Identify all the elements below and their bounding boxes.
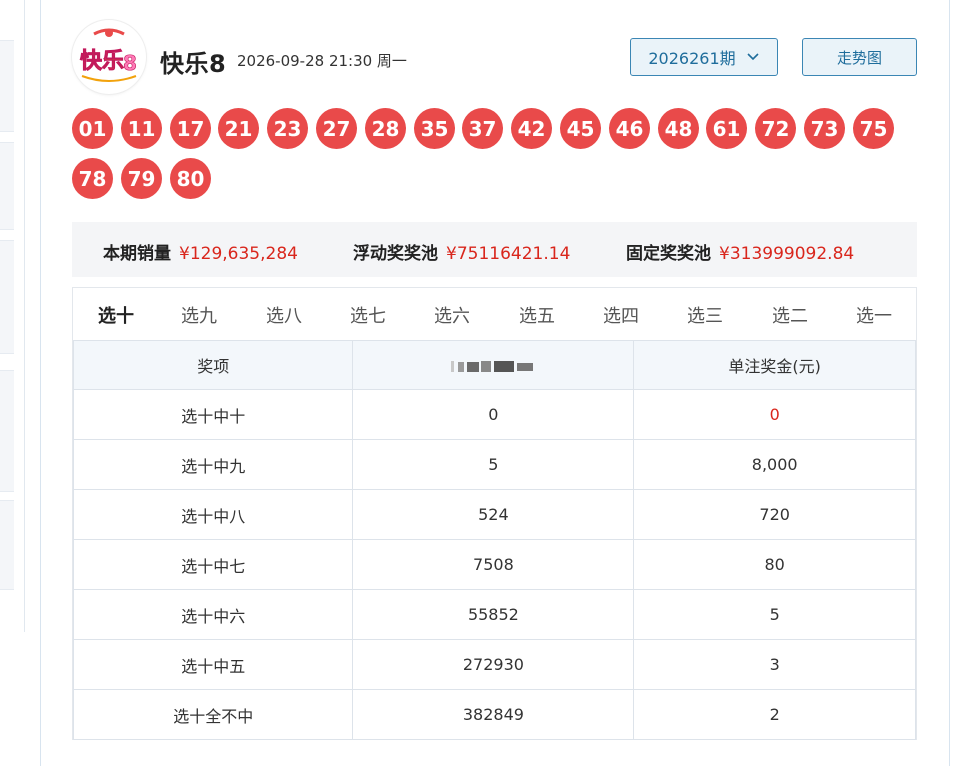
- sales-group: 本期销量 ¥129,635,284: [103, 239, 298, 264]
- number-ball: 79: [121, 158, 162, 199]
- fixed-pool-group: 固定奖奖池 ¥313999092.84: [626, 239, 854, 264]
- number-ball: 45: [560, 108, 601, 149]
- tab-play-type[interactable]: 选五: [519, 302, 555, 328]
- fixed-pool-label: 固定奖奖池: [626, 244, 711, 264]
- sidebar-block: [0, 370, 14, 492]
- number-ball: 42: [511, 108, 552, 149]
- tab-play-type[interactable]: 选八: [266, 302, 302, 328]
- svg-text:快乐: 快乐: [80, 49, 124, 74]
- floating-pool-group: 浮动奖奖池 ¥75116421.14: [353, 239, 570, 264]
- sidebar-block: [0, 500, 14, 590]
- tab-play-type[interactable]: 选二: [772, 302, 808, 328]
- play-type-panel: 选十 选九 选八 选七 选六 选五 选四 选三 选二 选一 奖项 单注奖金(元)…: [72, 287, 917, 740]
- winner-count-cell: 272930: [352, 639, 635, 690]
- sidebar-block: [0, 40, 14, 132]
- winner-count-cell: 5: [352, 439, 635, 490]
- lottery-header: 快乐 8 快乐8 2026-09-28 21:30 周一 2026261期 走势…: [72, 20, 917, 96]
- content-border-left: [40, 0, 41, 766]
- prize-item-cell: 选十中九: [72, 439, 354, 490]
- svg-text:8: 8: [123, 51, 137, 75]
- prize-item-cell: 选十中十: [72, 389, 354, 440]
- lottery-title: 快乐8: [160, 50, 227, 78]
- tab-play-type[interactable]: 选四: [603, 302, 639, 328]
- winner-count-cell: 524: [352, 489, 635, 540]
- tab-play-type[interactable]: 选三: [687, 302, 723, 328]
- number-ball: 72: [755, 108, 796, 149]
- kuaile8-logo: 快乐 8: [72, 20, 146, 94]
- table-row: 选十全不中 382849 2: [72, 689, 916, 740]
- number-ball: 48: [658, 108, 699, 149]
- table-row: 选十中七 7508 80: [72, 539, 916, 590]
- tab-play-type[interactable]: 选十: [98, 302, 134, 328]
- prize-item-cell: 选十中五: [72, 639, 354, 690]
- table-row: 选十中六 55852 5: [72, 589, 916, 640]
- number-ball: 21: [218, 108, 259, 149]
- issue-select-value: 2026261期: [648, 49, 736, 68]
- prize-item-cell: 选十中六: [72, 589, 354, 640]
- kuaile8-logo-graphic: 快乐 8: [73, 21, 145, 93]
- prize-item-cell: 选十全不中: [72, 689, 354, 740]
- prize-amount-cell: 720: [633, 489, 916, 540]
- number-ball: 37: [462, 108, 503, 149]
- play-type-tabs: 选十 选九 选八 选七 选六 选五 选四 选三 选二 选一: [73, 288, 916, 341]
- table-row: 选十中八 524 720: [72, 489, 916, 540]
- chevron-down-icon: [747, 53, 759, 61]
- number-ball: 17: [170, 108, 211, 149]
- prize-item-cell: 选十中八: [72, 489, 354, 540]
- sales-value: ¥129,635,284: [179, 244, 298, 264]
- lottery-result-card: 快乐 8 快乐8 2026-09-28 21:30 周一 2026261期 走势…: [72, 20, 917, 740]
- number-ball: 80: [170, 158, 211, 199]
- prize-amount-cell: 5: [633, 589, 916, 640]
- winner-count-cell: 55852: [352, 589, 635, 640]
- number-ball: 27: [316, 108, 357, 149]
- floating-pool-value: ¥75116421.14: [446, 244, 571, 264]
- prize-table: 奖项 单注奖金(元) 选十中十 0 0 选十中九 5 8,000 选十中八 52…: [72, 340, 916, 740]
- prize-item-cell: 选十中七: [72, 539, 354, 590]
- tab-play-type[interactable]: 选一: [856, 302, 892, 328]
- winner-count-cell: 7508: [352, 539, 635, 590]
- prize-amount-cell: 2: [633, 689, 916, 740]
- sales-label: 本期销量: [103, 244, 171, 264]
- header-prize: 单注奖金(元): [633, 340, 916, 390]
- prize-amount-cell: 80: [633, 539, 916, 590]
- number-ball: 61: [706, 108, 747, 149]
- table-header-row: 奖项 单注奖金(元): [72, 340, 916, 390]
- winner-count-cell: 0: [352, 389, 635, 440]
- content-border-right: [949, 0, 950, 766]
- sidebar-block: [0, 240, 14, 354]
- redacted-text: [451, 361, 534, 372]
- draw-datetime: 2026-09-28 21:30 周一: [237, 52, 407, 70]
- number-ball: 46: [609, 108, 650, 149]
- tab-play-type[interactable]: 选九: [181, 302, 217, 328]
- prize-amount-cell: 8,000: [633, 439, 916, 490]
- table-row: 选十中九 5 8,000: [72, 439, 916, 490]
- number-ball: 75: [853, 108, 894, 149]
- prize-amount-cell: 3: [633, 639, 916, 690]
- floating-pool-label: 浮动奖奖池: [353, 244, 438, 264]
- number-ball: 35: [414, 108, 455, 149]
- number-ball: 78: [72, 158, 113, 199]
- table-row: 选十中十 0 0: [72, 389, 916, 440]
- number-ball: 73: [804, 108, 845, 149]
- left-sidebar-fragment: [0, 0, 25, 632]
- issue-select[interactable]: 2026261期: [630, 38, 778, 76]
- number-ball: 01: [72, 108, 113, 149]
- number-ball: 28: [365, 108, 406, 149]
- number-ball: 23: [267, 108, 308, 149]
- table-row: 选十中五 272930 3: [72, 639, 916, 690]
- fixed-pool-value: ¥313999092.84: [719, 244, 855, 264]
- tab-play-type[interactable]: 选七: [350, 302, 386, 328]
- winner-count-cell: 382849: [352, 689, 635, 740]
- sidebar-block: [0, 142, 14, 230]
- prize-amount-cell: 0: [633, 389, 916, 440]
- prize-pool-bar: 本期销量 ¥129,635,284 浮动奖奖池 ¥75116421.14 固定奖奖池…: [72, 222, 917, 277]
- trend-chart-button[interactable]: 走势图: [802, 38, 917, 76]
- number-ball: 11: [121, 108, 162, 149]
- header-winners: [352, 340, 635, 390]
- tab-play-type[interactable]: 选六: [434, 302, 470, 328]
- header-item: 奖项: [72, 340, 354, 390]
